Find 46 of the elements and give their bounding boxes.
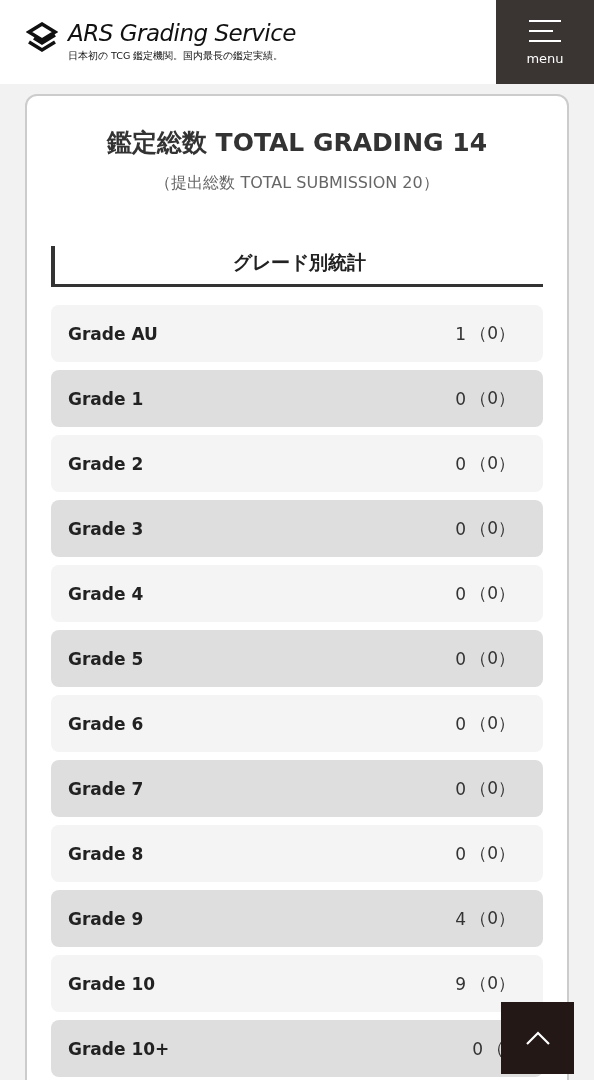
grade-sub-count: （0） (470, 517, 515, 540)
total-subtitle: （提出総数 TOTAL SUBMISSION 20） (154, 173, 440, 194)
grade-sub-count: （0） (470, 647, 515, 670)
total-title: 鑑定総数 TOTAL GRADING 14 (105, 127, 489, 159)
grade-label: Grade 8 (68, 843, 145, 864)
grade-label: Grade AU (68, 323, 159, 344)
grade-count: 0 (455, 843, 467, 864)
grade-sub-count: （0） (470, 777, 515, 800)
grade-sub-count: （0） (470, 387, 515, 410)
grade-count: 4 (455, 908, 467, 929)
grade-label: Grade 2 (68, 453, 145, 474)
grade-label: Grade 1 (68, 388, 145, 409)
grade-count: 0 (455, 713, 467, 734)
grade-count: 0 (455, 583, 467, 604)
menu-icon (529, 18, 561, 43)
grade-sub-count: （0） (470, 322, 515, 345)
grade-label: Grade 9 (68, 908, 145, 929)
grade-count: 0 (455, 388, 467, 409)
grade-count: 0 (455, 648, 467, 669)
grade-sub-count: （0） (470, 582, 515, 605)
grade-label: Grade 10 (68, 973, 157, 994)
grade-sub-count: （0） (470, 972, 515, 995)
grade-label: Grade 10+ (68, 1038, 171, 1059)
chevron-up-icon (524, 1030, 551, 1046)
grade-sub-count: （ (487, 1037, 505, 1060)
grade-label: Grade 4 (68, 583, 145, 604)
grade-count: 0 (455, 453, 467, 474)
menu-button[interactable]: menu (496, 0, 594, 84)
grade-sub-count: （0） (470, 712, 515, 735)
grade-label: Grade 3 (68, 518, 145, 539)
grade-count: 0 (472, 1038, 483, 1059)
section-heading: グレード別統計 (51, 246, 543, 287)
grade-count: 0 (455, 518, 467, 539)
grade-sub-count: （0） (470, 452, 515, 475)
grade-sub-count: （0） (470, 842, 515, 865)
tagline: 日本初の TCG 鑑定機関。国内最長の鑑定実績。 (68, 49, 285, 63)
grade-label: Grade 5 (68, 648, 145, 669)
grade-sub-count: （0） (470, 907, 515, 930)
grade-label: Grade 7 (68, 778, 145, 799)
grade-count: 0 (455, 778, 467, 799)
grade-label: Grade 6 (68, 713, 145, 734)
scroll-top-button[interactable] (501, 1002, 574, 1074)
grade-count: 1 (455, 323, 467, 344)
logo-icon (26, 22, 58, 54)
grade-count: 9 (455, 973, 467, 994)
brand-name[interactable]: ARS Grading Service (68, 21, 296, 47)
